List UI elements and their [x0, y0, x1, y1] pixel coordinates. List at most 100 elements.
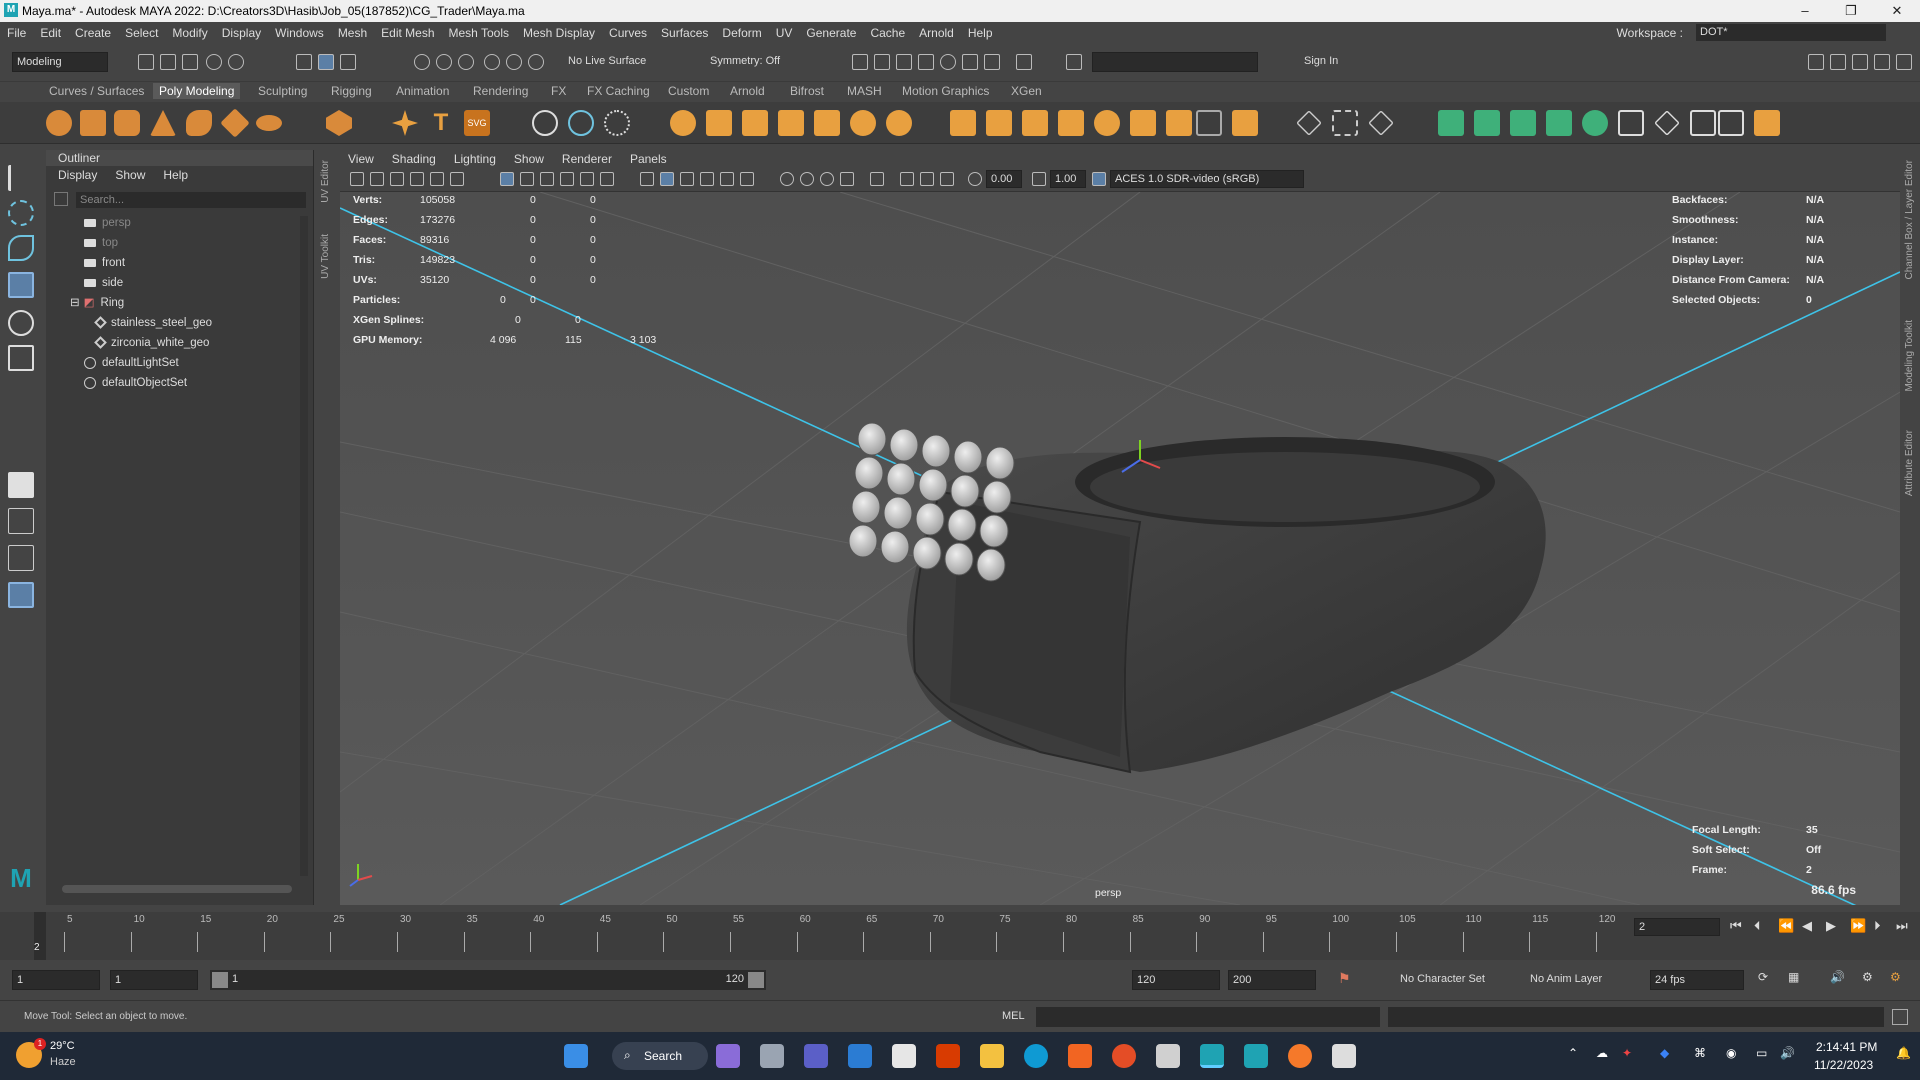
- anti-aliasing-icon[interactable]: [820, 172, 834, 186]
- shelf-tab-curves-surfaces[interactable]: Curves / Surfaces: [49, 84, 144, 98]
- multi-cut-icon[interactable]: [1296, 110, 1322, 136]
- toggle-modeling-toolkit-icon[interactable]: [1808, 54, 1824, 70]
- lasso-tool-icon[interactable]: [8, 200, 34, 226]
- mirror-icon[interactable]: [814, 110, 840, 136]
- shelf-tab-sculpting[interactable]: Sculpting: [258, 84, 307, 98]
- poly-sphere-icon[interactable]: [46, 110, 72, 136]
- zbrush-icon[interactable]: [1332, 1044, 1356, 1068]
- gamma-icon[interactable]: [1032, 172, 1046, 186]
- windows-start-icon[interactable]: [564, 1044, 588, 1068]
- menu-help[interactable]: Help: [961, 26, 1000, 40]
- pivot-tool-icon[interactable]: [604, 110, 630, 136]
- animation-prefs-icon[interactable]: ⚙: [1862, 970, 1873, 984]
- menu-display[interactable]: Display: [215, 26, 268, 40]
- scale-tool-icon[interactable]: [8, 345, 34, 371]
- teams-icon[interactable]: [804, 1044, 828, 1068]
- range-end-handle[interactable]: [748, 972, 764, 988]
- minimize-button[interactable]: –: [1782, 0, 1828, 22]
- exposure-field[interactable]: 0.00: [986, 170, 1022, 188]
- xray-icon[interactable]: [900, 172, 914, 186]
- shelf-tab-rigging[interactable]: Rigging: [331, 84, 372, 98]
- image-plane-icon[interactable]: [410, 172, 424, 186]
- blender-icon[interactable]: [1288, 1044, 1312, 1068]
- panel-menu-panels[interactable]: Panels: [630, 150, 667, 168]
- wireframe-icon[interactable]: [640, 172, 654, 186]
- toggle-sidebar-icon[interactable]: [1896, 54, 1912, 70]
- menu-select[interactable]: Select: [118, 26, 165, 40]
- menu-arnold[interactable]: Arnold: [912, 26, 961, 40]
- menu-surfaces[interactable]: Surfaces: [654, 26, 715, 40]
- make-hole-icon[interactable]: [1094, 110, 1120, 136]
- poly-plane-icon[interactable]: [220, 108, 250, 138]
- panel-menu-shading[interactable]: Shading: [392, 150, 436, 168]
- select-camera-icon[interactable]: [350, 172, 364, 186]
- xray-components-icon[interactable]: [940, 172, 954, 186]
- uv-toolkit-tab[interactable]: UV Toolkit: [320, 234, 331, 279]
- 3dsmax-icon[interactable]: [1156, 1044, 1180, 1068]
- uv-snapshot-icon[interactable]: [1618, 110, 1644, 136]
- shelf-tab-mash[interactable]: MASH: [847, 84, 882, 98]
- two-d-pan-icon[interactable]: [430, 172, 444, 186]
- clock-date[interactable]: 11/22/2023: [1814, 1058, 1873, 1072]
- straighten-uv-icon[interactable]: [1690, 110, 1716, 136]
- go-to-end-icon[interactable]: ⏭: [1896, 918, 1908, 934]
- menu-windows[interactable]: Windows: [268, 26, 331, 40]
- layout-uv-icon[interactable]: [1474, 110, 1500, 136]
- single-perspective-layout-icon[interactable]: [8, 472, 34, 498]
- shelf-tab-xgen[interactable]: XGen: [1011, 84, 1042, 98]
- grid-icon[interactable]: [500, 172, 514, 186]
- render-setup-icon[interactable]: [962, 54, 978, 70]
- outliner-search-input[interactable]: Search...: [76, 192, 306, 208]
- outliner-filter-icon[interactable]: [54, 192, 68, 206]
- wireframe-on-shaded-icon[interactable]: [680, 172, 694, 186]
- move-tool-icon[interactable]: [8, 272, 34, 298]
- outliner-item-ring[interactable]: ⊟ ◩ Ring: [70, 294, 124, 312]
- network-icon[interactable]: ⌘: [1694, 1046, 1706, 1060]
- menu-generate[interactable]: Generate: [799, 26, 863, 40]
- ipr-render-icon[interactable]: [896, 54, 912, 70]
- menu-cache[interactable]: Cache: [863, 26, 912, 40]
- uv-editor-tab[interactable]: UV Editor: [320, 160, 331, 203]
- menu-uv[interactable]: UV: [769, 26, 800, 40]
- outliner-item-side[interactable]: side: [84, 274, 123, 292]
- play-forwards-icon[interactable]: ▶: [1826, 918, 1836, 934]
- cache-icon[interactable]: ▦: [1788, 970, 1799, 984]
- edge-icon[interactable]: [1024, 1044, 1048, 1068]
- input-line-field[interactable]: [1092, 52, 1258, 72]
- maya-taskbar-icon[interactable]: [1200, 1044, 1224, 1068]
- tray-app-icon[interactable]: ✦: [1622, 1046, 1632, 1060]
- snap-point-icon[interactable]: [458, 54, 474, 70]
- select-object-icon[interactable]: [318, 54, 334, 70]
- menu-set-dropdown[interactable]: Modeling: [12, 52, 108, 72]
- boolean-icon[interactable]: [778, 110, 804, 136]
- outliner-item-stainless-steel-geo[interactable]: stainless_steel_geo: [94, 314, 212, 332]
- uv-shell-icon[interactable]: [1582, 110, 1608, 136]
- copilot-icon[interactable]: [716, 1044, 740, 1068]
- office-icon[interactable]: [936, 1044, 960, 1068]
- use-all-lights-icon[interactable]: [720, 172, 734, 186]
- motion-blur-icon[interactable]: [800, 172, 814, 186]
- menu-modify[interactable]: Modify: [165, 26, 214, 40]
- wedge-icon[interactable]: [1166, 110, 1192, 136]
- script-language-label[interactable]: MEL: [1002, 1010, 1025, 1022]
- live-surface-field[interactable]: No Live Surface: [564, 52, 664, 72]
- discord-icon[interactable]: ◉: [1726, 1046, 1736, 1060]
- resolution-gate-icon[interactable]: [540, 172, 554, 186]
- channel-box-tab[interactable]: Channel Box / Layer Editor: [1904, 160, 1915, 280]
- maximize-button[interactable]: ❐: [1828, 0, 1874, 22]
- grease-pencil-icon[interactable]: [450, 172, 464, 186]
- uv-edit-icon[interactable]: [568, 110, 594, 136]
- panel-menu-lighting[interactable]: Lighting: [454, 150, 496, 168]
- persp-outliner-layout-icon[interactable]: [8, 545, 34, 571]
- notifications-icon[interactable]: 🔔: [1896, 1046, 1911, 1060]
- circularize-icon[interactable]: [1196, 110, 1222, 136]
- fps-dropdown[interactable]: 24 fps: [1650, 970, 1744, 990]
- panel-menu-view[interactable]: View: [348, 150, 374, 168]
- bevel-icon[interactable]: [886, 110, 912, 136]
- symmetrize-uv-icon[interactable]: [1654, 110, 1680, 136]
- collapse-icon[interactable]: ⊟: [70, 297, 80, 309]
- camera-attributes-icon[interactable]: [370, 172, 384, 186]
- extrude-icon[interactable]: [950, 110, 976, 136]
- show-hidden-icons-icon[interactable]: ⌃: [1568, 1046, 1578, 1060]
- smooth-shade-icon[interactable]: [660, 172, 674, 186]
